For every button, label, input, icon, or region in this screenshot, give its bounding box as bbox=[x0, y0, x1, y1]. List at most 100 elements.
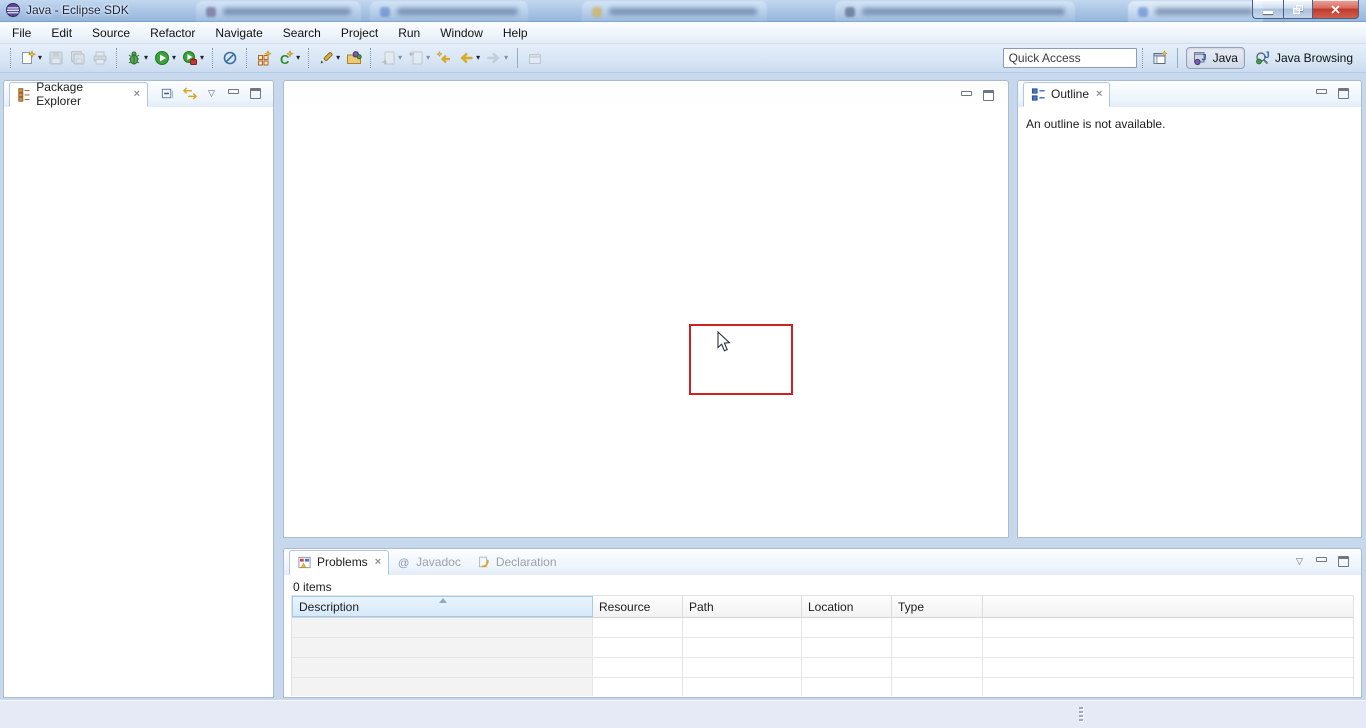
minimize-view-button[interactable] bbox=[1312, 84, 1331, 103]
minimize-button[interactable] bbox=[1252, 0, 1283, 19]
toolbar-grip[interactable] bbox=[308, 48, 310, 68]
close-icon[interactable]: × bbox=[134, 89, 140, 100]
save-button bbox=[46, 47, 66, 69]
main-toolbar: ▾ bbox=[0, 44, 1366, 73]
chevron-down-icon: ▾ bbox=[504, 54, 508, 62]
editor-area[interactable] bbox=[283, 80, 1009, 538]
table-row[interactable] bbox=[292, 638, 1353, 658]
chevron-down-icon: ▾ bbox=[476, 54, 480, 62]
tab-declaration[interactable]: Declaration bbox=[469, 549, 565, 574]
java-browsing-perspective-button[interactable]: J Java Browsing bbox=[1249, 47, 1359, 69]
close-icon[interactable]: × bbox=[375, 557, 381, 568]
package-explorer-body[interactable] bbox=[4, 107, 273, 697]
tab-problems[interactable]: Problems × bbox=[289, 550, 389, 575]
new-wizard-button[interactable]: ▾ bbox=[18, 47, 44, 69]
sort-ascending-icon bbox=[439, 598, 447, 603]
window-title: Java - Eclipse SDK bbox=[26, 3, 129, 17]
menu-run[interactable]: Run bbox=[388, 23, 430, 43]
problems-panel: Problems × @ Javadoc Declaration ▽ bbox=[283, 548, 1362, 698]
toolbar-grip[interactable] bbox=[10, 48, 12, 68]
ghost-tab-favicon-icon bbox=[380, 7, 390, 17]
titlebar[interactable]: Java - Eclipse SDK bbox=[0, 0, 1366, 22]
save-icon bbox=[48, 50, 64, 66]
minimize-view-button[interactable] bbox=[957, 86, 976, 105]
trim-drag-handle[interactable] bbox=[1079, 707, 1083, 721]
minimize-view-button[interactable] bbox=[224, 84, 243, 103]
menu-refactor[interactable]: Refactor bbox=[140, 23, 205, 43]
package-explorer-header: Package Explorer × ▽ bbox=[4, 81, 273, 107]
new-java-class-button[interactable]: C ▾ bbox=[276, 47, 302, 69]
problems-table-header: Description Resource Path Location Type bbox=[292, 596, 1353, 618]
tab-package-explorer[interactable]: Package Explorer × bbox=[9, 82, 148, 107]
menu-window[interactable]: Window bbox=[430, 23, 493, 43]
column-header-path[interactable]: Path bbox=[683, 596, 802, 617]
close-icon bbox=[1331, 5, 1340, 14]
minimize-icon bbox=[1316, 557, 1327, 562]
skip-all-breakpoints-button[interactable] bbox=[220, 47, 240, 69]
table-row[interactable] bbox=[292, 658, 1353, 678]
javadoc-icon: @ bbox=[397, 555, 411, 569]
last-edit-location-button[interactable] bbox=[434, 47, 454, 69]
menu-edit[interactable]: Edit bbox=[41, 23, 82, 43]
menu-source[interactable]: Source bbox=[82, 23, 140, 43]
javadoc-tab-label: Javadoc bbox=[416, 555, 461, 569]
minimize-icon bbox=[1263, 11, 1273, 14]
column-header-description[interactable]: Description bbox=[292, 596, 593, 617]
menu-search[interactable]: Search bbox=[273, 23, 331, 43]
maximize-view-button[interactable] bbox=[1334, 84, 1353, 103]
restore-button[interactable] bbox=[1283, 0, 1313, 19]
quick-access-input[interactable] bbox=[1003, 48, 1137, 68]
toolbar-separator bbox=[1177, 48, 1178, 68]
toolbar-grip[interactable] bbox=[212, 48, 214, 68]
open-type-button[interactable] bbox=[344, 47, 364, 69]
menu-project[interactable]: Project bbox=[331, 23, 388, 43]
package-explorer-icon bbox=[17, 87, 31, 102]
column-header-location[interactable]: Location bbox=[802, 596, 892, 617]
tab-outline[interactable]: Outline × bbox=[1023, 82, 1110, 107]
column-header-resource[interactable]: Resource bbox=[593, 596, 683, 617]
toolbar-grip[interactable] bbox=[1142, 48, 1144, 68]
column-header-type[interactable]: Type bbox=[892, 596, 983, 617]
tab-javadoc[interactable]: @ Javadoc bbox=[389, 549, 469, 574]
new-java-class-icon: C bbox=[278, 50, 294, 66]
open-perspective-button[interactable] bbox=[1150, 47, 1170, 69]
close-icon[interactable]: × bbox=[1096, 89, 1102, 100]
java-search-button[interactable]: ▾ bbox=[316, 47, 342, 69]
maximize-icon bbox=[250, 88, 261, 99]
new-java-project-button[interactable] bbox=[254, 47, 274, 69]
menu-help[interactable]: Help bbox=[493, 23, 538, 43]
run-external-tools-button[interactable]: ▾ bbox=[180, 47, 206, 69]
outline-header: Outline × bbox=[1018, 81, 1361, 107]
maximize-view-button[interactable] bbox=[246, 84, 265, 103]
menu-file[interactable]: File bbox=[2, 23, 41, 43]
editor-controls bbox=[954, 86, 998, 105]
view-menu-button[interactable]: ▽ bbox=[202, 84, 221, 103]
maximize-view-button[interactable] bbox=[979, 86, 998, 105]
java-perspective-button[interactable]: J Java bbox=[1186, 47, 1245, 69]
minimize-view-button[interactable] bbox=[1312, 552, 1331, 571]
run-button[interactable]: ▾ bbox=[152, 47, 178, 69]
ghost-browser-tab bbox=[835, 1, 1075, 22]
debug-button[interactable]: ▾ bbox=[124, 47, 150, 69]
link-with-editor-button[interactable] bbox=[180, 84, 199, 103]
toolbar-grip[interactable] bbox=[246, 48, 248, 68]
previous-annotation-button: ▾ bbox=[406, 47, 432, 69]
view-menu-button[interactable]: ▽ bbox=[1290, 552, 1309, 571]
back-button[interactable]: ▾ bbox=[456, 47, 482, 69]
menu-navigate[interactable]: Navigate bbox=[205, 23, 272, 43]
print-icon bbox=[92, 50, 108, 66]
toolbar-grip[interactable] bbox=[116, 48, 118, 68]
collapse-all-button[interactable] bbox=[158, 84, 177, 103]
ghost-tab-favicon-icon bbox=[845, 7, 855, 17]
outline-panel: Outline × An outline is not available. bbox=[1017, 80, 1362, 538]
chevron-down-icon: ▾ bbox=[200, 54, 204, 62]
close-button[interactable] bbox=[1313, 0, 1359, 19]
table-row[interactable] bbox=[292, 678, 1353, 696]
problems-tab-label: Problems bbox=[317, 555, 368, 569]
svg-text:J: J bbox=[1264, 50, 1269, 60]
table-row[interactable] bbox=[292, 618, 1353, 638]
maximize-view-button[interactable] bbox=[1334, 552, 1353, 571]
outline-message: An outline is not available. bbox=[1018, 107, 1361, 141]
pin-editor-button bbox=[525, 47, 545, 69]
toolbar-grip[interactable] bbox=[370, 48, 372, 68]
